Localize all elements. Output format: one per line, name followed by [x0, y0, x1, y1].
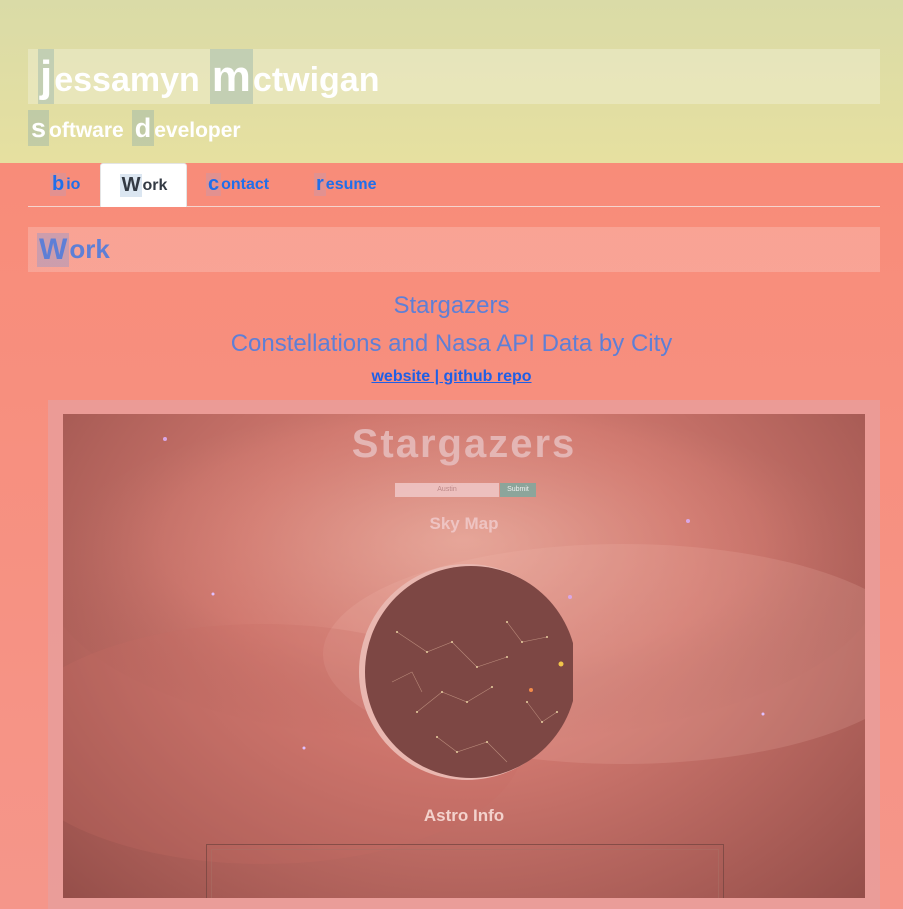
- project-website-github-link[interactable]: website | github repo: [371, 368, 531, 385]
- project-screenshot: Stargazers Austin Submit Sky Map Astro I…: [63, 414, 865, 898]
- subtitle-word-2-initial: d: [131, 110, 155, 146]
- name-first-rest: essamyn: [54, 61, 200, 99]
- project-links: website | github repo: [0, 368, 903, 386]
- tab-contact-initial: c: [206, 173, 222, 196]
- tab-bio[interactable]: b io: [44, 163, 86, 206]
- subtitle-word-1-initial: s: [28, 110, 50, 146]
- section-title: Work: [37, 227, 110, 272]
- tab-work[interactable]: Work: [100, 163, 187, 207]
- project-description: Constellations and Nasa API Data by City: [230, 330, 673, 357]
- name-last-rest: ctwigan: [252, 61, 380, 99]
- tab-resume-initial: r: [314, 173, 326, 196]
- tab-bio-initial: b: [50, 173, 67, 196]
- site-owner-name: jessamyn mctwigan: [38, 49, 389, 104]
- tab-resume-rest: esume: [325, 175, 377, 193]
- name-first-initial: j: [38, 49, 55, 104]
- screenshot-astro-info-heading: Astro Info: [423, 806, 505, 825]
- section-title-rest: ork: [69, 234, 110, 264]
- screenshot-astro-info-box: [206, 844, 724, 898]
- project-name: Stargazers: [393, 292, 510, 319]
- subtitle-word-2-rest: eveloper: [154, 119, 241, 142]
- screenshot-sky-map-heading: Sky Map: [429, 514, 499, 533]
- subtitle-word-1-rest: oftware: [49, 119, 124, 142]
- screenshot-city-input: Austin: [395, 483, 499, 497]
- name-last-initial: m: [209, 49, 253, 104]
- section-header-bar: [28, 227, 880, 272]
- screenshot-app-title: Stargazers: [351, 422, 577, 466]
- star-chart-icon: [359, 564, 573, 780]
- tab-contact[interactable]: c ontact: [204, 163, 271, 206]
- screenshot-submit-button: Submit: [500, 483, 536, 497]
- tab-work-initial: W: [119, 174, 143, 197]
- tab-resume[interactable]: r esume: [312, 163, 379, 206]
- tab-work-rest: ork: [142, 176, 168, 194]
- tab-contact-rest: ontact: [221, 175, 270, 193]
- subtitle-word-1: s oftware: [28, 110, 124, 146]
- name-last: mctwigan: [209, 49, 380, 104]
- section-title-initial: W: [37, 232, 70, 267]
- main-nav: b io Work c ontact r esume: [28, 163, 880, 207]
- site-subtitle: s oftware d eveloper: [28, 110, 249, 146]
- name-first: jessamyn: [38, 49, 200, 104]
- screenshot-astro-info-box-inner: [211, 849, 719, 898]
- tab-bio-rest: io: [66, 175, 81, 193]
- subtitle-word-2: d eveloper: [131, 110, 241, 146]
